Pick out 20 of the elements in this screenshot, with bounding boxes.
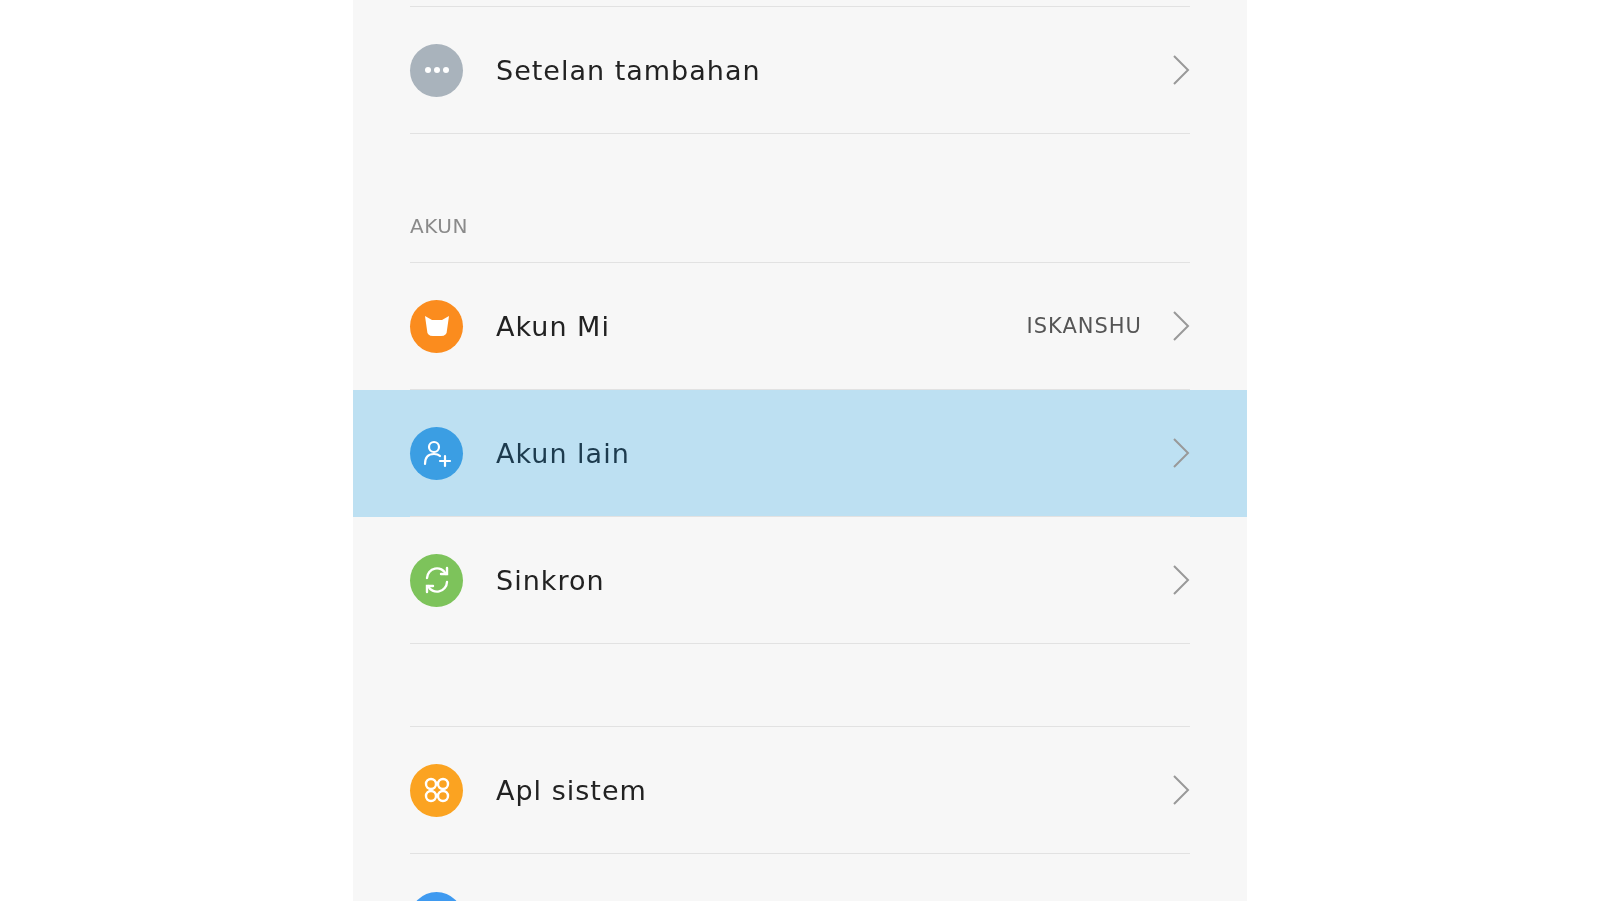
cat-face-icon — [422, 314, 451, 338]
chevron-right-icon — [1172, 774, 1190, 806]
row-label: Akun Mi — [496, 310, 611, 342]
row-label: Akun lain — [496, 437, 631, 469]
chevron-right-icon — [1172, 310, 1190, 342]
row-label: Setelan tambahan — [496, 54, 762, 86]
chevron-right-icon — [1172, 437, 1190, 469]
add-person-icon — [421, 438, 452, 468]
apps-icon — [422, 776, 451, 804]
more-icon — [423, 66, 450, 74]
row-value: ISKANSHU — [1026, 314, 1142, 338]
settings-row[interactable]: Sinkron — [353, 517, 1247, 644]
row-label: Sinkron — [496, 564, 606, 596]
settings-row[interactable]: Akun lain — [353, 390, 1247, 517]
settings-row[interactable]: Setelan tambahan — [353, 6, 1247, 134]
settings-row[interactable]: Apl sistem — [353, 726, 1247, 854]
row-label: Apl sistem — [496, 774, 648, 806]
section-header: AKUN — [410, 134, 1190, 263]
chevron-right-icon — [1172, 564, 1190, 596]
chevron-right-icon — [1172, 54, 1190, 86]
